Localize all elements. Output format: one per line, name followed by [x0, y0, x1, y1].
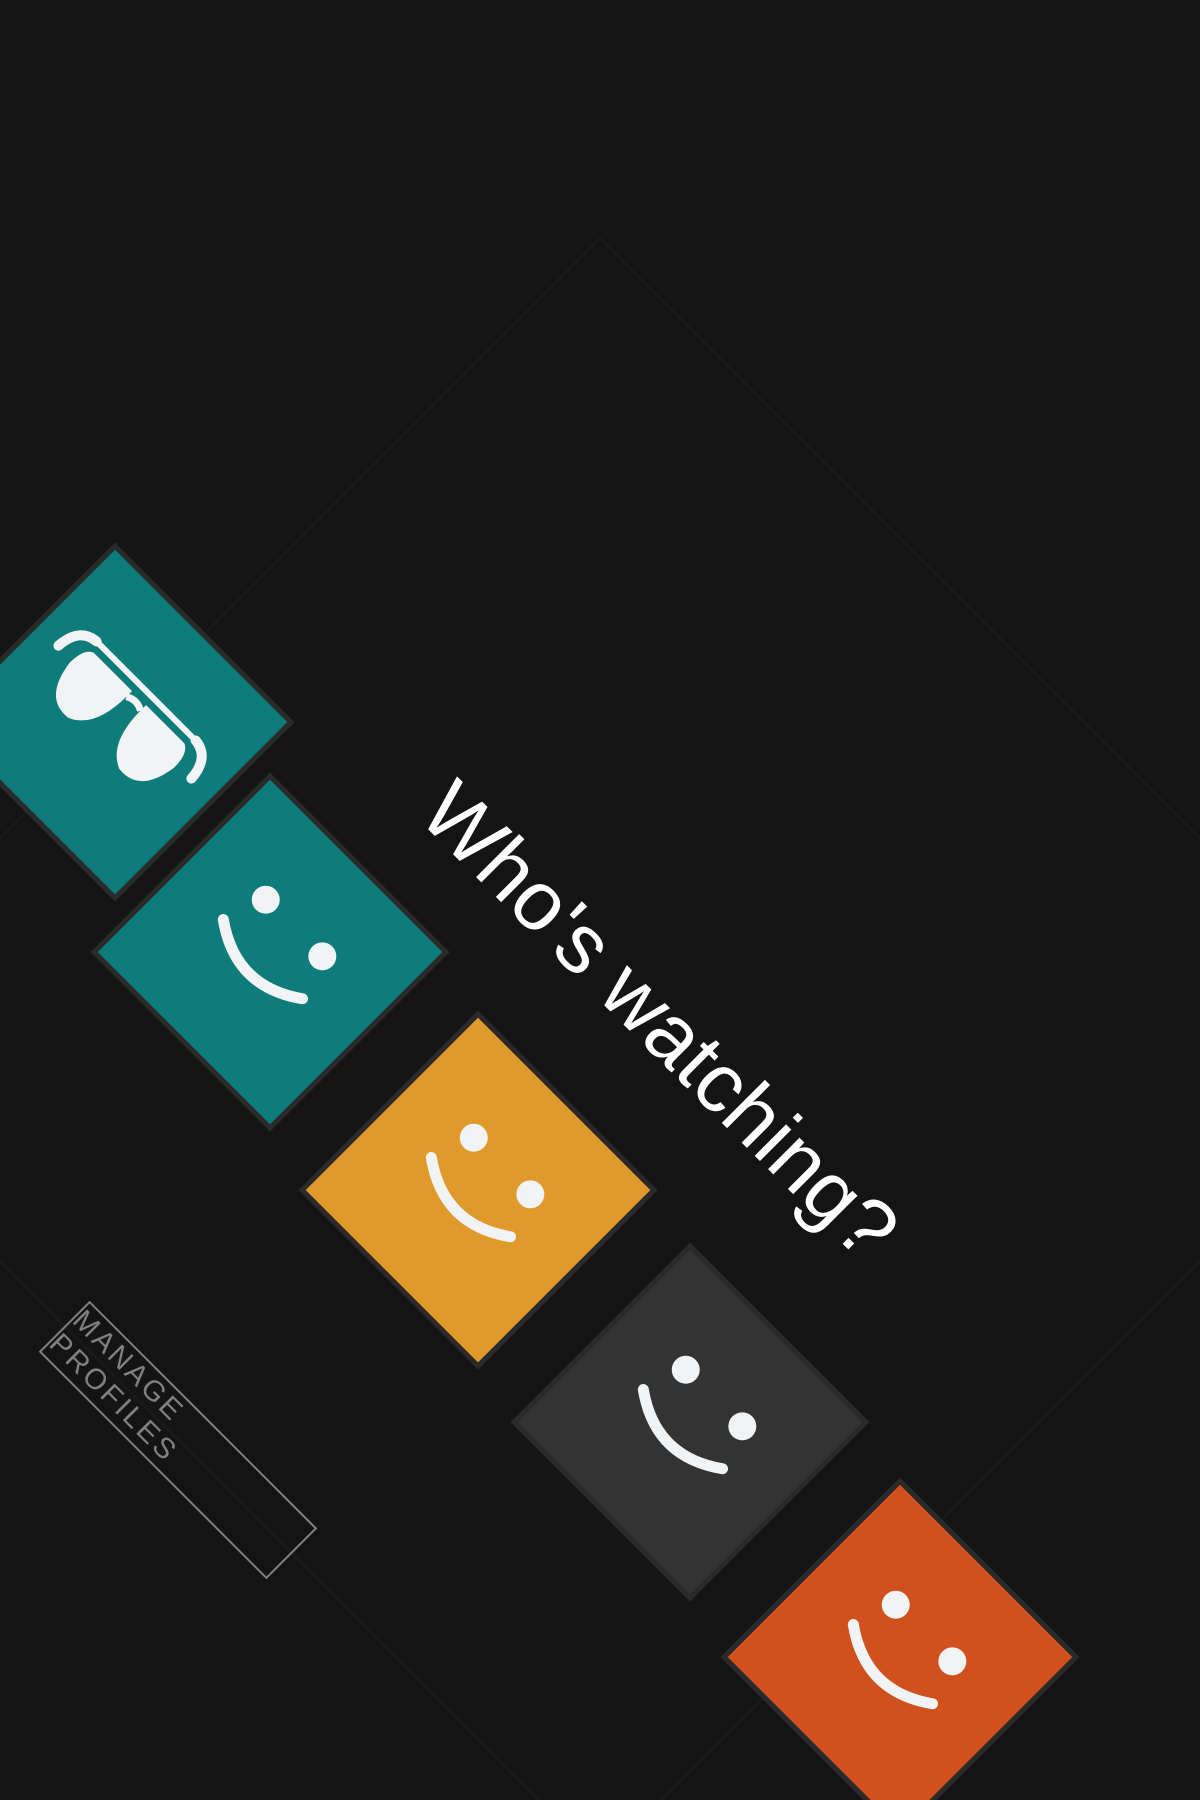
profile-selection-screen: Who's watching? MANAGE PROFILES [0, 0, 1200, 1800]
